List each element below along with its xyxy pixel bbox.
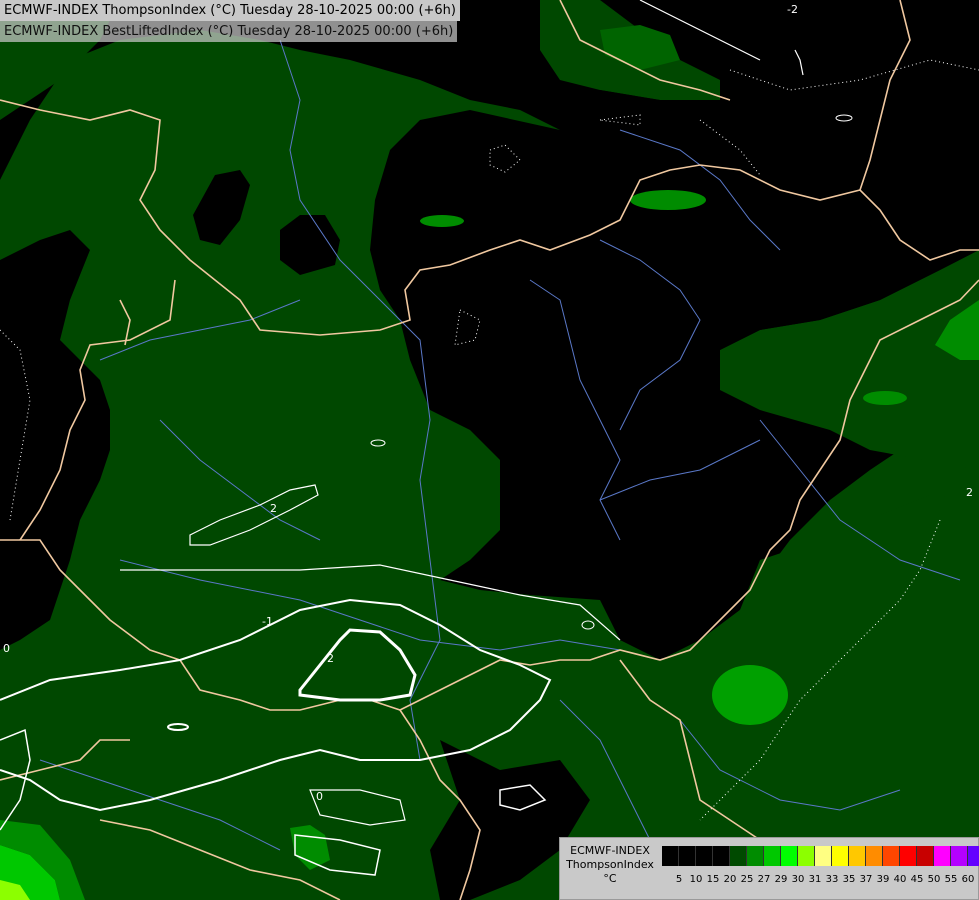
legend-tick: 60 [961,874,975,885]
legend-swatch [934,846,951,866]
legend-tick: 20 [723,874,737,885]
legend-swatch [883,846,900,866]
legend-tick: 39 [876,874,890,885]
legend-caption: ECMWF-INDEX ThompsonIndex °C [560,844,660,886]
legend-swatch [849,846,866,866]
mid-green-patch-east [712,665,788,725]
contour-label: 0 [316,790,323,803]
legend-tick: 50 [927,874,941,885]
weather-map: -2 -2 -1 0 0 2 2 [0,0,979,900]
color-legend: ECMWF-INDEX ThompsonIndex °C 5 10 15 20 25 27… [559,837,979,900]
legend-swatch [764,846,781,866]
legend-swatch [866,846,883,866]
legend-swatch [900,846,917,866]
legend-tick: 37 [859,874,873,885]
contour-label: 2 [966,486,973,499]
legend-tick: 55 [944,874,958,885]
legend-swatch [696,846,713,866]
legend-tick: 35 [842,874,856,885]
legend-model: ECMWF-INDEX [570,844,650,857]
legend-tick: 45 [910,874,924,885]
legend-color-bar [662,846,979,866]
legend-tick: 30 [791,874,805,885]
mid-green-patch-north [630,190,706,210]
legend-swatch [747,846,764,866]
contour-label: 0 [3,642,10,655]
legend-variable: ThompsonIndex [566,858,654,871]
legend-swatch [730,846,747,866]
map-title-primary: ECMWF-INDEX ThompsonIndex (°C) Tuesday 2… [0,0,460,21]
legend-unit: °C [603,872,617,885]
contour-label: 2 [270,502,277,515]
legend-tick: 33 [825,874,839,885]
contour-label: -2 [787,3,798,16]
legend-tick: 29 [774,874,788,885]
legend-swatch [679,846,696,866]
mid-green-patch-small [420,215,464,227]
contour-label: -1 [262,615,273,628]
legend-swatch [951,846,968,866]
legend-swatch [832,846,849,866]
legend-swatch [917,846,934,866]
legend-tick: 10 [689,874,703,885]
legend-swatch [662,846,679,866]
legend-swatch [815,846,832,866]
legend-tick: 25 [740,874,754,885]
legend-tick: 5 [675,874,683,885]
legend-tick: 27 [757,874,771,885]
legend-swatch [781,846,798,866]
legend-tick: 15 [706,874,720,885]
legend-swatch [798,846,815,866]
legend-swatch [968,846,979,866]
legend-tick: 40 [893,874,907,885]
legend-swatch [713,846,730,866]
legend-tick: 31 [808,874,822,885]
contour-label: -2 [323,652,334,665]
map-title-secondary: ECMWF-INDEX BestLiftedIndex (°C) Tuesday… [0,21,458,42]
mid-green-patch-right [863,391,907,405]
